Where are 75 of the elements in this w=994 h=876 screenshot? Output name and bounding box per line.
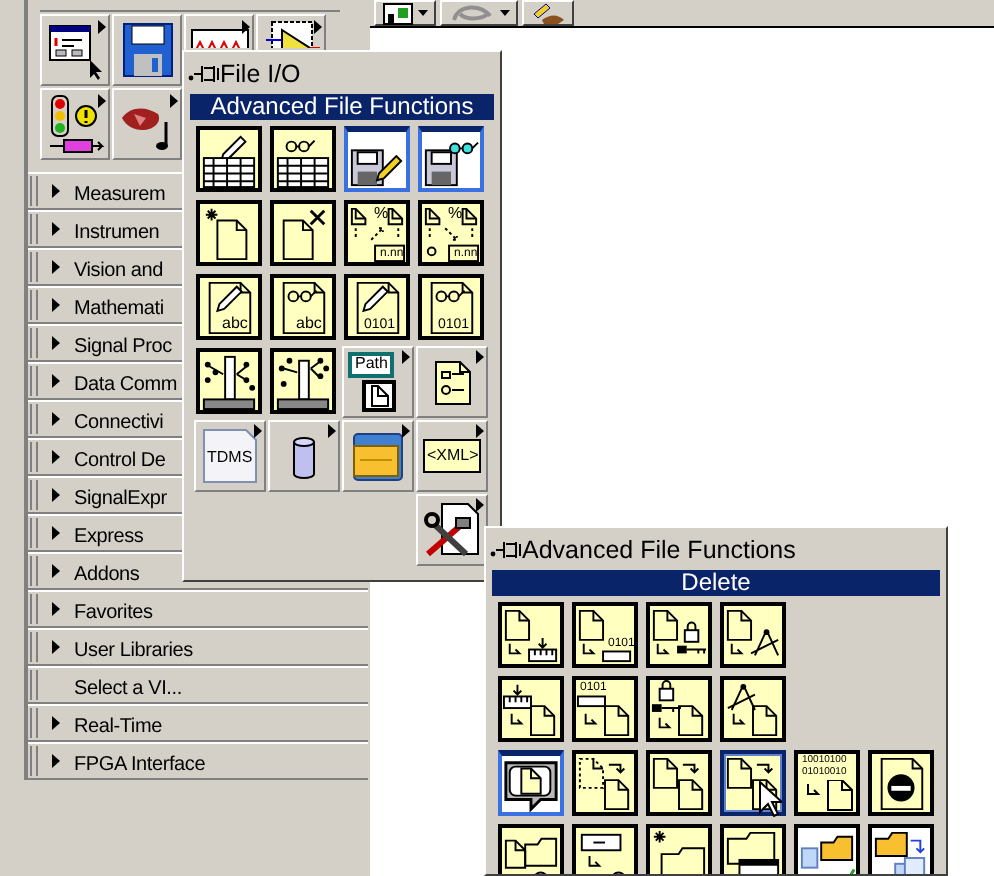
pointer-icon <box>758 780 782 818</box>
category-item[interactable]: FPGA Interface <box>28 742 368 780</box>
palette-item[interactable] <box>344 126 410 192</box>
node-tree-icon <box>200 352 258 410</box>
pencil-brush-icon <box>530 1 566 25</box>
traffic-light-icon <box>45 94 105 154</box>
node-tree-icon <box>274 352 332 410</box>
compass-document-icon <box>724 680 782 738</box>
icon-label: % <box>374 206 389 222</box>
palette-item[interactable] <box>498 602 564 668</box>
dialog-window-icon <box>45 20 105 80</box>
document-icon <box>199 425 259 485</box>
palette-item[interactable] <box>196 348 262 414</box>
category-item[interactable]: User Libraries <box>28 628 368 666</box>
palette-item[interactable] <box>498 824 564 874</box>
palette-title: Advanced File Functions <box>522 533 796 568</box>
pin-icon <box>188 64 220 84</box>
lock-document-icon <box>650 680 708 738</box>
icon-label: Path <box>355 355 388 371</box>
category-item[interactable]: Select a VI... <box>28 666 368 704</box>
document-ruler-icon <box>576 606 634 664</box>
palette-header: Advanced File Functions <box>190 94 494 120</box>
folder-copy-icon <box>872 828 930 874</box>
palette-item[interactable] <box>572 824 638 874</box>
document-ruler-icon <box>502 606 560 664</box>
ruler-document-icon <box>502 680 560 738</box>
palette-item[interactable] <box>646 750 712 816</box>
palette-item[interactable] <box>572 750 638 816</box>
wrench-hammer-icon <box>421 499 481 559</box>
icon-label: abc <box>222 316 248 332</box>
palette-item[interactable]: abc <box>270 274 336 340</box>
document-bubble-icon <box>502 756 560 812</box>
palette-item[interactable] <box>270 126 336 192</box>
document-copy-icon <box>576 754 634 812</box>
palette-item[interactable]: abc <box>196 274 262 340</box>
palette-item[interactable] <box>646 824 712 874</box>
document-format-icon <box>348 204 406 262</box>
category-item[interactable]: Real-Time <box>28 704 368 742</box>
palette-item[interactable] <box>868 824 934 874</box>
palette-item[interactable] <box>418 126 484 192</box>
palette-item[interactable] <box>720 602 786 668</box>
palette-item[interactable] <box>270 348 336 414</box>
binary-document-icon <box>806 780 856 812</box>
palette-item[interactable] <box>196 200 262 266</box>
icon-label: TDMS <box>207 449 253 465</box>
palette-item[interactable] <box>720 824 786 874</box>
palette-title: File I/O <box>220 57 301 92</box>
palette-item[interactable]: <XML> <box>415 419 487 491</box>
spreadsheet-pencil-icon <box>200 130 258 188</box>
palette-item[interactable] <box>868 750 934 816</box>
toolbar-button[interactable] <box>440 0 518 26</box>
icon-label: <XML> <box>427 447 479 463</box>
category-item[interactable]: Favorites <box>28 590 368 628</box>
icon-label: abc <box>296 316 322 332</box>
palette-item[interactable] <box>794 824 860 874</box>
toolbar-button[interactable] <box>374 0 436 26</box>
icon-label: % <box>448 206 463 222</box>
new-folder-icon <box>650 828 708 874</box>
palette-item[interactable] <box>720 750 786 816</box>
swirl-icon <box>448 1 496 25</box>
palette-item[interactable] <box>498 676 564 742</box>
document-scan-icon <box>422 204 480 262</box>
palette-item[interactable] <box>196 126 262 192</box>
palette-item[interactable]: TDMS <box>193 419 265 491</box>
palette-item[interactable] <box>646 676 712 742</box>
document-move-icon <box>650 754 708 812</box>
palette-header: Delete <box>492 570 940 596</box>
palette-item[interactable] <box>498 750 564 816</box>
toolbar-button[interactable] <box>522 0 574 26</box>
palette-item[interactable] <box>270 200 336 266</box>
palette-item[interactable] <box>720 676 786 742</box>
pin-icon <box>490 540 522 560</box>
palette-item[interactable]: Path <box>341 345 413 417</box>
document-move-icon <box>724 754 782 812</box>
palette-item[interactable] <box>646 602 712 668</box>
